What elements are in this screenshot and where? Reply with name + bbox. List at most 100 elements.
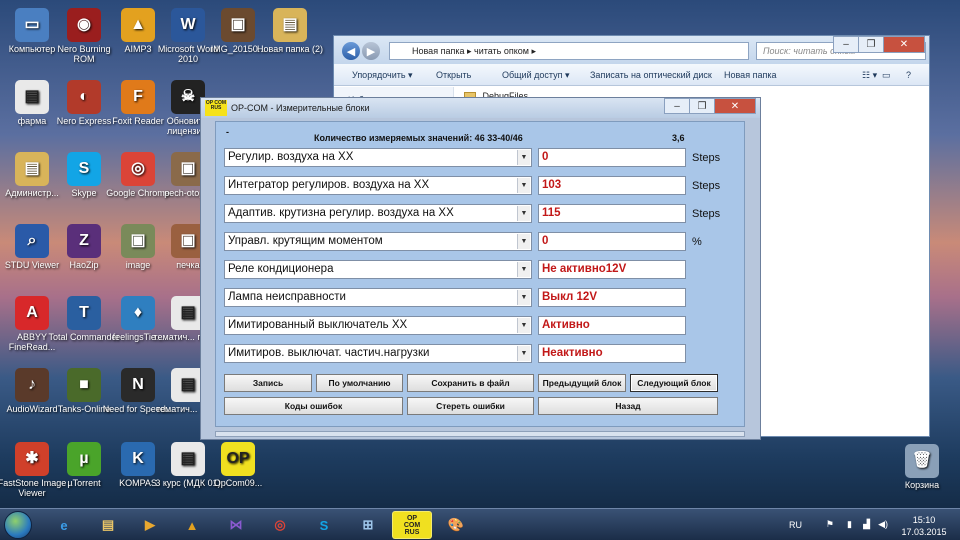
desktop-icon[interactable]: ▤ Новая папка (2) <box>254 8 326 54</box>
measurement-row: Управл. крутящим моментом ▼ 0% <box>224 232 728 252</box>
preview-pane-icon[interactable]: ▭ <box>882 70 891 81</box>
measurement-row: Адаптив. крутизна регулир. воздуха на ХХ… <box>224 204 728 224</box>
parameter-select[interactable]: Интегратор регулиров. воздуха на ХХ ▼ <box>224 176 532 195</box>
parameter-label: Регулир. воздуха на ХХ <box>228 151 354 163</box>
desktop-icon[interactable]: 🗑 Корзина <box>886 444 958 490</box>
new-folder-button[interactable]: Новая папка <box>724 70 776 80</box>
share-button[interactable]: Общий доступ ▾ <box>502 70 570 81</box>
app-icon: ✱ <box>15 442 49 476</box>
chevron-down-icon[interactable]: ▼ <box>517 346 530 361</box>
version-label: 3,6 <box>672 133 685 143</box>
chevron-down-icon[interactable]: ▼ <box>517 262 530 277</box>
default-button[interactable]: По умолчанию <box>316 374 403 392</box>
chevron-down-icon[interactable]: ▼ <box>517 178 530 193</box>
app-icon: K <box>121 442 155 476</box>
close-icon[interactable]: ✕ <box>714 98 756 114</box>
clock[interactable]: 15:10 17.03.2015 <box>896 514 952 538</box>
parameter-select[interactable]: Реле кондиционера ▼ <box>224 260 532 279</box>
volume-icon[interactable]: ◀) <box>878 519 888 530</box>
save-file-button[interactable]: Сохранить в файл <box>407 374 534 392</box>
back-button[interactable]: Назад <box>538 397 718 415</box>
clock-date: 17.03.2015 <box>901 527 947 537</box>
ie-icon[interactable]: e <box>44 511 84 539</box>
app-icon: µ <box>67 442 101 476</box>
app-icon: ▤ <box>273 8 307 42</box>
opcom-taskbar-icon[interactable]: OP COM RUS <box>392 511 432 539</box>
paint-icon[interactable]: 🎨 <box>436 511 476 539</box>
burn-button[interactable]: Записать на оптический диск <box>590 70 712 80</box>
app-icon: F <box>121 80 155 114</box>
maximize-icon[interactable]: ❐ <box>858 36 884 53</box>
forward-arrow-icon[interactable]: ▶ <box>362 42 380 60</box>
value-field: 0 <box>538 148 686 167</box>
parameter-label: Адаптив. крутизна регулир. воздуха на ХХ <box>228 207 454 219</box>
app-icon: OP <box>221 442 255 476</box>
start-button[interactable] <box>4 511 32 539</box>
parameter-label: Реле кондиционера <box>228 263 334 275</box>
app-icon: T <box>67 296 101 330</box>
chevron-down-icon[interactable]: ▼ <box>517 290 530 305</box>
breadcrumb-item[interactable]: читать опком <box>474 46 529 56</box>
flag-icon[interactable]: ⚑ <box>826 519 834 530</box>
app-icon: ▤ <box>15 80 49 114</box>
close-icon[interactable]: ✕ <box>883 36 925 53</box>
parameter-select[interactable]: Имитированный выключатель ХХ ▼ <box>224 316 532 335</box>
parameter-label: Управл. крутящим моментом <box>228 235 383 247</box>
open-button[interactable]: Открыть <box>436 70 471 80</box>
chevron-down-icon[interactable]: ▼ <box>517 318 530 333</box>
desktop-icon[interactable]: OP OpCom09... <box>202 442 274 488</box>
app-icon: ♦ <box>121 296 155 330</box>
next-block-button[interactable]: Следующий блок <box>630 374 718 392</box>
opcom-titlebar: OP COM RUS OP-COM - Измерительные блоки … <box>201 98 760 118</box>
address-bar[interactable]: Новая папка ▸ читать опком ▸ <box>389 42 749 60</box>
app-icon: Z <box>67 224 101 258</box>
maximize-icon[interactable]: ❐ <box>689 98 715 114</box>
error-codes-button[interactable]: Коды ошибок <box>224 397 403 415</box>
visual-studio-icon[interactable]: ⋈ <box>216 511 256 539</box>
minimize-icon[interactable]: – <box>833 36 859 53</box>
battery-icon[interactable]: ▮ <box>847 519 852 530</box>
explorer-icon[interactable]: ▤ <box>88 511 128 539</box>
desktop-icon-label: Корзина <box>904 480 940 490</box>
aimp-icon[interactable]: ▲ <box>172 511 212 539</box>
parameter-select[interactable]: Лампа неисправности ▼ <box>224 288 532 307</box>
media-player-icon[interactable]: ▶ <box>130 511 170 539</box>
value-field: Неактивно <box>538 344 686 363</box>
view-icon[interactable]: ☷ ▾ <box>862 70 877 81</box>
opcom-window: OP COM RUS OP-COM - Измерительные блоки … <box>200 97 761 440</box>
network-tray-icon[interactable]: ▟ <box>863 519 870 530</box>
record-button[interactable]: Запись <box>224 374 312 392</box>
back-arrow-icon[interactable]: ◀ <box>342 42 360 60</box>
app-icon: ▭ <box>15 8 49 42</box>
network-icon[interactable]: ⊞ <box>348 511 388 539</box>
parameter-select[interactable]: Управл. крутящим моментом ▼ <box>224 232 532 251</box>
parameter-select[interactable]: Имитиров. выключат. частич.нагрузки ▼ <box>224 344 532 363</box>
unit-label: Steps <box>692 208 721 220</box>
measurement-row: Интегратор регулиров. воздуха на ХХ ▼ 103 S… <box>224 176 728 196</box>
app-icon: ♪ <box>15 368 49 402</box>
measurement-row: Лампа неисправности ▼ Выкл 12V <box>224 288 728 308</box>
parameter-select[interactable]: Регулир. воздуха на ХХ ▼ <box>224 148 532 167</box>
clear-errors-button[interactable]: Стереть ошибки <box>407 397 534 415</box>
breadcrumb: Новая папка ▸ читать опком ▸ <box>412 46 536 56</box>
language-indicator[interactable]: RU <box>789 520 802 530</box>
chevron-down-icon[interactable]: ▼ <box>517 150 530 165</box>
minimize-icon[interactable]: – <box>664 98 690 114</box>
value-field: Активно <box>538 316 686 335</box>
measurement-panel: - Количество измеряемых значений: 46 33-… <box>215 121 745 427</box>
help-icon[interactable]: ? <box>906 70 911 80</box>
organize-button[interactable]: Упорядочить ▾ <box>352 70 413 81</box>
explorer-titlebar: ◀ ▶ Новая папка ▸ читать опком ▸ Поиск: … <box>334 36 929 64</box>
app-icon: ◐ <box>67 80 101 114</box>
breadcrumb-item[interactable]: Новая папка <box>412 46 464 56</box>
app-icon: ◉ <box>67 8 101 42</box>
parameter-select[interactable]: Адаптив. крутизна регулир. воздуха на ХХ… <box>224 204 532 223</box>
unit-label: % <box>692 236 702 248</box>
status-strip <box>215 431 745 437</box>
chrome-icon[interactable]: ◎ <box>260 511 300 539</box>
chevron-down-icon[interactable]: ▼ <box>517 234 530 249</box>
prev-block-button[interactable]: Предыдущий блок <box>538 374 626 392</box>
skype-icon[interactable]: S <box>304 511 344 539</box>
app-icon: A <box>15 296 49 330</box>
chevron-down-icon[interactable]: ▼ <box>517 206 530 221</box>
